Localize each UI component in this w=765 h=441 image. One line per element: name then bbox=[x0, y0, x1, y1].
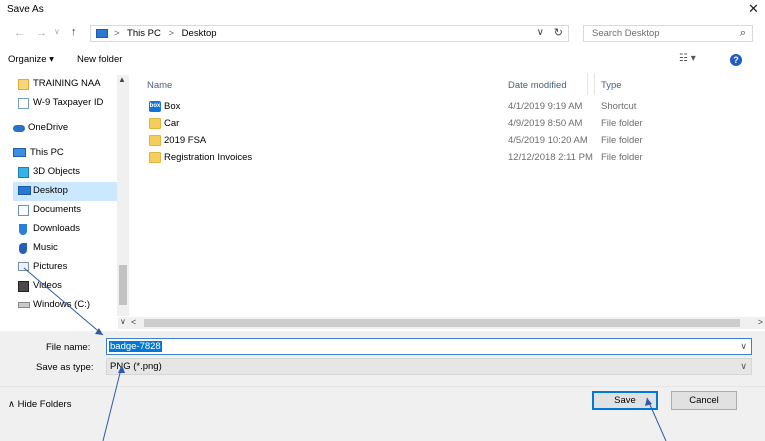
arrow-to-savetype bbox=[102, 364, 123, 441]
arrow-to-filename bbox=[23, 267, 104, 336]
arrowhead bbox=[645, 398, 652, 406]
arrowhead bbox=[118, 365, 125, 373]
annotation-arrows bbox=[23, 267, 667, 441]
